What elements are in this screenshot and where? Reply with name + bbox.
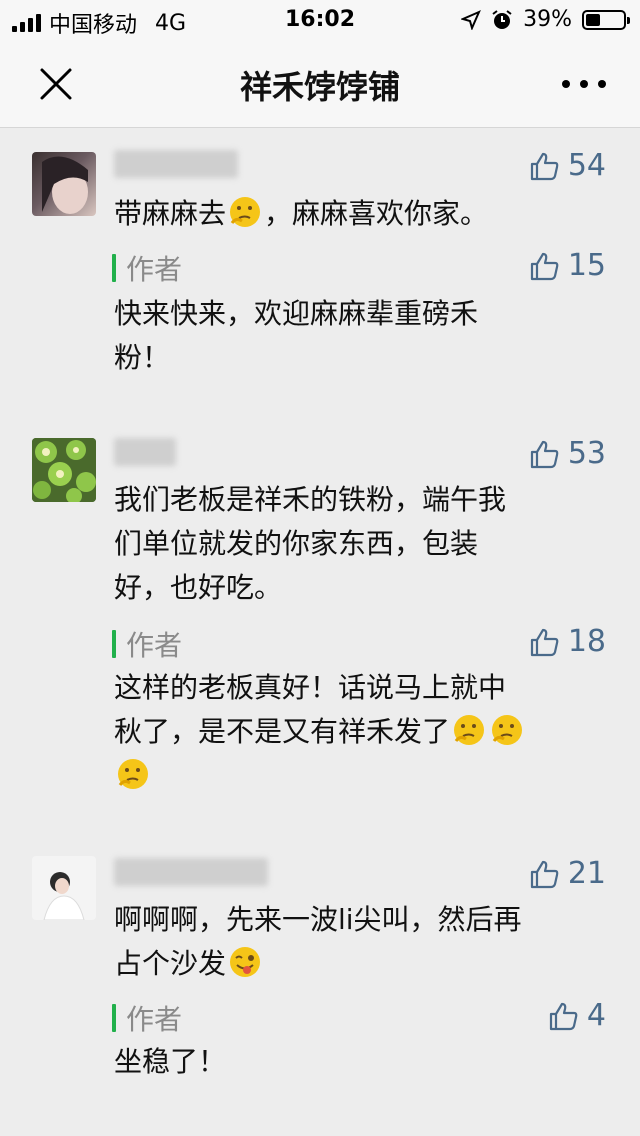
like-count: 4	[586, 998, 606, 1033]
more-icon[interactable]	[562, 66, 606, 102]
avatar[interactable]	[32, 152, 96, 216]
thumbs-up-icon	[530, 252, 559, 280]
author-marker	[112, 1004, 116, 1032]
thumbs-up-icon	[530, 440, 559, 468]
reply-like-button[interactable]: 15	[528, 248, 606, 283]
reply-text: 快来快来，欢迎麻麻辈重磅禾 粉！	[114, 297, 479, 374]
thinking-emoji-icon	[118, 759, 148, 789]
like-count: 54	[567, 148, 606, 183]
thumbs-up-icon	[530, 152, 559, 180]
alarm-icon	[492, 9, 512, 29]
nickname-blurred	[114, 438, 176, 466]
thumbs-up-icon	[530, 628, 559, 656]
nickname-blurred	[114, 858, 268, 886]
thumbs-up-icon	[530, 860, 559, 888]
author-marker	[112, 254, 116, 282]
nickname-blurred	[114, 150, 238, 178]
comment-text: 带麻麻去 ，麻麻喜欢你家。	[114, 197, 489, 230]
like-count: 53	[567, 436, 606, 471]
thinking-emoji-icon	[230, 197, 261, 227]
battery-icon	[582, 9, 630, 30]
battery-label: 39%	[523, 7, 572, 32]
reply-text: 坐稳了！	[114, 1045, 227, 1078]
like-count: 18	[567, 624, 606, 659]
reply-like-button[interactable]: 4	[547, 998, 606, 1033]
location-icon	[461, 9, 482, 30]
like-button[interactable]: 53	[528, 436, 606, 471]
like-button[interactable]: 54	[528, 148, 606, 183]
thinking-emoji-icon	[454, 715, 485, 745]
page-title: 祥禾饽饽铺	[239, 68, 400, 106]
author-marker	[112, 630, 116, 658]
like-button[interactable]: 21	[528, 856, 606, 891]
status-right: 39%	[461, 7, 630, 32]
like-count: 15	[567, 248, 606, 283]
author-reply-label: 作者	[112, 248, 182, 288]
wink-tongue-emoji-icon	[230, 947, 261, 977]
reply-text: 这样的老板真好！话说马上就中 秋了，是不是又有祥禾发了	[114, 666, 584, 798]
nav-bar: 祥禾饽饽铺	[0, 40, 640, 128]
thumbs-up-icon	[549, 1002, 578, 1030]
author-reply-label: 作者	[112, 624, 182, 664]
status-bar: 中国移动 4G 16:02 39%	[0, 0, 640, 40]
author-reply-label: 作者	[112, 998, 182, 1038]
comment-text: 我们老板是祥禾的铁粉，端午我 们单位就发的你家东西，包装 好，也好吃。	[114, 483, 507, 604]
thinking-emoji-icon	[492, 715, 523, 745]
reply-like-button[interactable]: 18	[528, 624, 606, 659]
avatar[interactable]	[32, 438, 96, 502]
like-count: 21	[567, 856, 606, 891]
comment-text: 啊啊啊，先来一波li尖叫，然后再 占个沙发	[114, 903, 522, 980]
avatar[interactable]	[32, 856, 96, 920]
